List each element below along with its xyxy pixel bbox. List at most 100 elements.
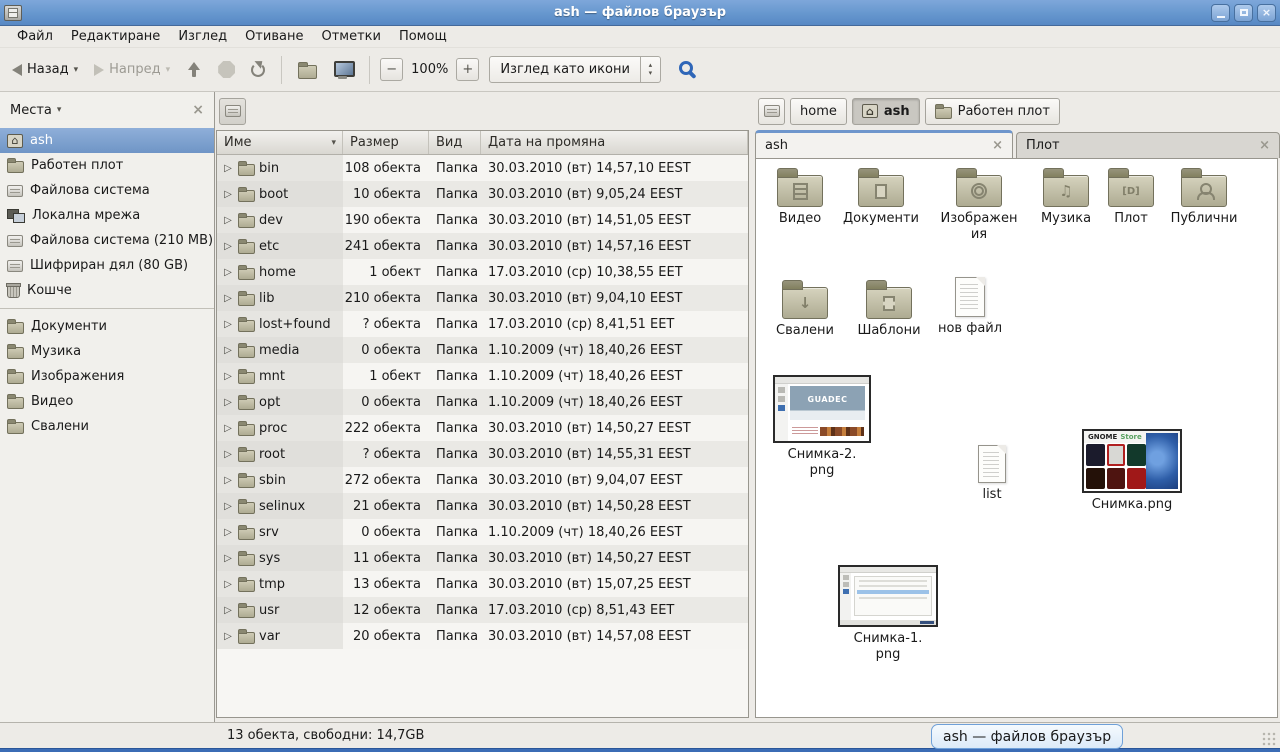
folder-item-templates[interactable]: Шаблони	[843, 279, 935, 339]
sidebar-item-downloads[interactable]: Свалени	[0, 414, 214, 439]
close-button[interactable]: ×	[1257, 4, 1276, 22]
table-row[interactable]: ▷bin 108 обекта Папка 30.03.2010 (вт) 14…	[217, 155, 748, 181]
expander-icon[interactable]: ▷	[222, 397, 234, 408]
reload-button[interactable]	[245, 58, 271, 82]
table-row[interactable]: ▷boot 10 обекта Папка 30.03.2010 (вт) 9,…	[217, 181, 748, 207]
table-row[interactable]: ▷usr 12 обекта Папка 17.03.2010 (ср) 8,5…	[217, 597, 748, 623]
resize-grip[interactable]	[1262, 732, 1276, 746]
expander-icon[interactable]: ▷	[222, 631, 234, 642]
menu-go[interactable]: Отиване	[236, 27, 312, 46]
menu-view[interactable]: Изглед	[169, 27, 236, 46]
minimize-button[interactable]	[1211, 4, 1230, 22]
up-button[interactable]	[180, 57, 208, 83]
menu-help[interactable]: Помощ	[390, 27, 456, 46]
path-ash-button[interactable]: ⌂ ash	[852, 98, 920, 125]
table-row[interactable]: ▷media 0 обекта Папка 1.10.2009 (чт) 18,…	[217, 337, 748, 363]
expander-icon[interactable]: ▷	[222, 527, 234, 538]
back-button[interactable]: Назад ▾	[6, 57, 84, 82]
column-header-type[interactable]: Вид	[429, 131, 481, 154]
tab-ash[interactable]: ash ×	[755, 130, 1013, 158]
expander-icon[interactable]: ▷	[222, 267, 234, 278]
table-row[interactable]: ▷lost+found ? обекта Папка 17.03.2010 (с…	[217, 311, 748, 337]
table-row[interactable]: ▷selinux 21 обекта Папка 30.03.2010 (вт)…	[217, 493, 748, 519]
table-row[interactable]: ▷sbin 272 обекта Папка 30.03.2010 (вт) 9…	[217, 467, 748, 493]
expander-icon[interactable]: ▷	[222, 501, 234, 512]
menu-file[interactable]: Файл	[8, 27, 62, 46]
table-row[interactable]: ▷etc 241 обекта Папка 30.03.2010 (вт) 14…	[217, 233, 748, 259]
file-item-snimka[interactable]: GNOME Store Снимка.png	[1078, 429, 1186, 513]
folder-item-downloads[interactable]: ↓ Свалени	[759, 279, 851, 339]
expander-icon[interactable]: ▷	[222, 163, 234, 174]
path-root-button[interactable]	[758, 98, 785, 125]
sidebar-item-filesystem[interactable]: Файлова система	[0, 178, 214, 203]
sidebar-close-icon[interactable]: ×	[192, 102, 204, 118]
column-header-name[interactable]: Име ▾	[217, 131, 343, 154]
table-row[interactable]: ▷tmp 13 обекта Папка 30.03.2010 (вт) 15,…	[217, 571, 748, 597]
forward-button[interactable]: Напред ▾	[88, 57, 176, 82]
file-item-snimka2[interactable]: GUADEC Снимка-2. png	[770, 375, 874, 480]
expander-icon[interactable]: ▷	[222, 423, 234, 434]
path-home-button[interactable]: home	[790, 98, 847, 125]
table-row[interactable]: ▷root ? обекта Папка 30.03.2010 (вт) 14,…	[217, 441, 748, 467]
menu-edit[interactable]: Редактиране	[62, 27, 169, 46]
file-item-snimka1[interactable]: Снимка-1. png	[836, 565, 940, 664]
folder-item-public[interactable]: Публични	[1158, 167, 1250, 227]
sidebar-item-encrypted-80gb[interactable]: Шифриран дял (80 GB)	[0, 253, 214, 278]
spinner-icon[interactable]: ▴▾	[640, 57, 660, 82]
expander-icon[interactable]: ▷	[222, 215, 234, 226]
folder-item-pictures[interactable]: Изображен ия	[933, 167, 1025, 244]
expander-icon[interactable]: ▷	[222, 371, 234, 382]
table-row[interactable]: ▷var 20 обекта Папка 30.03.2010 (вт) 14,…	[217, 623, 748, 649]
sidebar-item-network[interactable]: Локална мрежа	[0, 203, 214, 228]
table-row[interactable]: ▷proc 222 обекта Папка 30.03.2010 (вт) 1…	[217, 415, 748, 441]
table-row[interactable]: ▷srv 0 обекта Папка 1.10.2009 (чт) 18,40…	[217, 519, 748, 545]
zoom-in-button[interactable]: +	[456, 58, 479, 81]
maximize-button[interactable]	[1234, 4, 1253, 22]
tab-close-icon[interactable]: ×	[1259, 138, 1270, 153]
table-row[interactable]: ▷sys 11 обекта Папка 30.03.2010 (вт) 14,…	[217, 545, 748, 571]
home-button[interactable]	[292, 56, 323, 84]
file-item-list[interactable]: list	[946, 443, 1038, 503]
path-desktop-button[interactable]: Работен плот	[925, 98, 1060, 125]
expander-icon[interactable]: ▷	[222, 345, 234, 356]
expander-icon[interactable]: ▷	[222, 579, 234, 590]
expander-icon[interactable]: ▷	[222, 293, 234, 304]
sidebar-item-home[interactable]: ⌂ ash	[0, 128, 214, 153]
folder-item-documents[interactable]: Документи	[835, 167, 927, 227]
file-item-new-file[interactable]: нов файл	[924, 275, 1016, 337]
zoom-out-button[interactable]: −	[380, 58, 403, 81]
search-button[interactable]	[665, 56, 705, 84]
sidebar-mode-dropdown-icon[interactable]: ▾	[57, 105, 62, 115]
column-header-size[interactable]: Размер	[343, 131, 429, 154]
root-location-button[interactable]	[219, 98, 246, 125]
table-row[interactable]: ▷lib 210 обекта Папка 30.03.2010 (вт) 9,…	[217, 285, 748, 311]
expander-icon[interactable]: ▷	[222, 605, 234, 616]
view-mode-select[interactable]: Изглед като икони ▴▾	[489, 56, 661, 83]
sidebar-item-trash[interactable]: Кошче	[0, 278, 214, 303]
sidebar-item-documents[interactable]: Документи	[0, 314, 214, 339]
expander-icon[interactable]: ▷	[222, 241, 234, 252]
column-header-date[interactable]: Дата на промяна	[481, 131, 748, 154]
sidebar-item-videos[interactable]: Видео	[0, 389, 214, 414]
expander-icon[interactable]: ▷	[222, 449, 234, 460]
expander-icon[interactable]: ▷	[222, 475, 234, 486]
sidebar-item-pictures[interactable]: Изображения	[0, 364, 214, 389]
folder-item-videos[interactable]: Видео	[755, 167, 846, 227]
sidebar-item-music[interactable]: Музика	[0, 339, 214, 364]
table-row[interactable]: ▷dev 190 обекта Папка 30.03.2010 (вт) 14…	[217, 207, 748, 233]
table-row[interactable]: ▷home 1 обект Папка 17.03.2010 (ср) 10,3…	[217, 259, 748, 285]
expander-icon[interactable]: ▷	[222, 553, 234, 564]
table-row[interactable]: ▷mnt 1 обект Папка 1.10.2009 (чт) 18,40,…	[217, 363, 748, 389]
sidebar-item-volume-210mb[interactable]: Файлова система (210 MB)	[0, 228, 214, 253]
back-dropdown-icon[interactable]: ▾	[74, 65, 79, 75]
expander-icon[interactable]: ▷	[222, 319, 234, 330]
tab-close-icon[interactable]: ×	[992, 138, 1003, 153]
menu-bookmarks[interactable]: Отметки	[312, 27, 389, 46]
icon-view[interactable]: Видео Документи Изображен ия ♫ Музика [D…	[755, 158, 1278, 718]
expander-icon[interactable]: ▷	[222, 189, 234, 200]
tab-desktop[interactable]: Плот ×	[1016, 132, 1280, 158]
title-bar[interactable]: ash — файлов браузър ×	[0, 0, 1280, 26]
table-row[interactable]: ▷opt 0 обекта Папка 1.10.2009 (чт) 18,40…	[217, 389, 748, 415]
computer-button[interactable]	[327, 56, 359, 84]
sidebar-item-desktop[interactable]: Работен плот	[0, 153, 214, 178]
